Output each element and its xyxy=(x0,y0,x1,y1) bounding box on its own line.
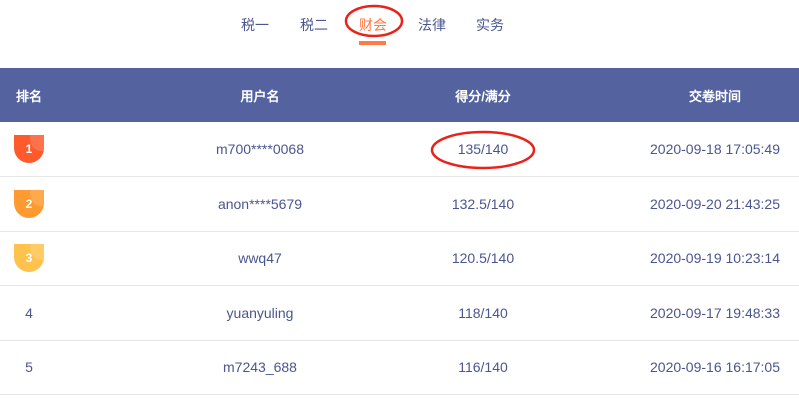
subject-tabs: 税一 税二 财会 法律 实务 xyxy=(0,15,799,45)
header-submit-time: 交卷时间 xyxy=(688,88,741,104)
tab-tax-1[interactable]: 税一 xyxy=(235,15,275,35)
table-row: 1 m700****0068 135/140 2020-09-18 17:05:… xyxy=(0,122,799,177)
rank-cell: 4 xyxy=(0,286,58,340)
submit-time-cell: 2020-09-18 17:05:49 xyxy=(650,141,780,157)
tab-label: 财会 xyxy=(359,17,387,33)
submit-time-cell: 2020-09-17 19:48:33 xyxy=(650,304,780,321)
submit-time-cell: 2020-09-19 10:23:14 xyxy=(650,250,780,267)
rank-cell: 1 xyxy=(0,122,58,176)
table-row: 2 anon****5679 132.5/140 2020-09-20 21:4… xyxy=(0,177,799,232)
username-cell: wwq47 xyxy=(238,250,282,267)
score-cell: 116/140 xyxy=(458,359,508,376)
header-score: 得分/满分 xyxy=(455,88,511,104)
username-cell: m7243_688 xyxy=(223,359,297,376)
score-cell: 132.5/140 xyxy=(451,195,515,212)
rank-cell: 2 xyxy=(0,177,58,231)
rank-number: 5 xyxy=(25,359,33,376)
submit-time-cell: 2020-09-20 21:43:25 xyxy=(650,195,780,212)
header-rank: 排名 xyxy=(15,88,42,104)
username-cell: anon****5679 xyxy=(217,195,303,212)
username-cell: m700****0068 xyxy=(216,141,304,157)
score-cell: 120.5/140 xyxy=(451,250,515,267)
tab-accounting[interactable]: 财会 xyxy=(353,15,393,45)
active-tab-underline xyxy=(359,41,386,45)
table-row: 5 m7243_688 116/140 2020-09-16 16:17:05 xyxy=(0,340,799,396)
table-row: 3 wwq47 120.5/140 2020-09-19 10:23:14 xyxy=(0,231,799,287)
table-row: 4 yuanyuling 118/140 2020-09-17 19:48:33 xyxy=(0,286,799,341)
rank-number: 4 xyxy=(25,304,33,321)
score-cell: 135/140 xyxy=(457,141,509,157)
rank-cell: 3 xyxy=(0,231,58,285)
tab-law[interactable]: 法律 xyxy=(412,15,452,35)
rank-cell: 5 xyxy=(0,340,58,394)
tab-tax-2[interactable]: 税二 xyxy=(294,15,334,35)
table-header: 排名 用户名 得分/满分 交卷时间 xyxy=(0,68,799,122)
rank-badge-icon: 3 xyxy=(14,244,44,273)
header-username: 用户名 xyxy=(240,88,280,104)
submit-time-cell: 2020-09-16 16:17:05 xyxy=(650,359,780,376)
username-cell: yuanyuling xyxy=(226,304,294,321)
tab-practice[interactable]: 实务 xyxy=(470,15,510,35)
score-cell: 118/140 xyxy=(458,304,508,321)
rank-badge-icon: 2 xyxy=(14,189,44,218)
rank-badge-icon: 1 xyxy=(14,135,44,163)
